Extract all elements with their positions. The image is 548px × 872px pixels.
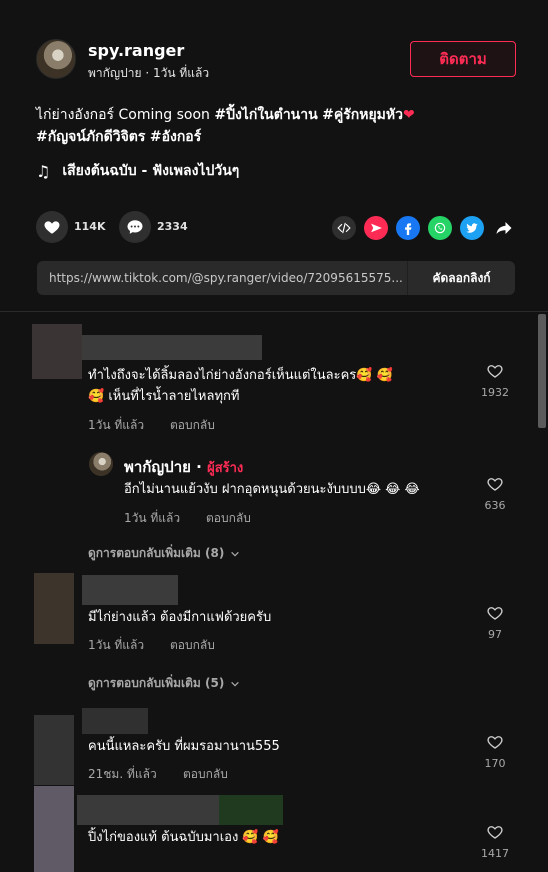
share-arrow-icon (496, 222, 512, 234)
view-more-replies-label: ดูการตอบกลับเพิ่มเติม (8) (88, 546, 225, 560)
comment-timestamp: 1วัน ที่แล้ว (88, 638, 145, 652)
view-more-replies-label: ดูการตอบกลับเพิ่มเติม (5) (88, 676, 225, 690)
comment-list: ทำไงถึงจะได้ลิ้มลองไก่ย่างอังกอร์เห็นแต่… (0, 312, 548, 872)
music-note-icon: ♫ (36, 161, 51, 181)
twitter-icon (466, 223, 478, 233)
heart-outline-icon (487, 826, 503, 839)
reply-timestamp: 1วัน ที่แล้ว (124, 511, 181, 525)
comment-like-button[interactable]: 1932 (475, 362, 515, 399)
follow-button[interactable]: ติดตาม (410, 41, 516, 77)
reply-username[interactable]: พากัญปาย (124, 458, 191, 476)
hashtag-link[interactable]: #อังกอร์ (150, 129, 201, 145)
comment-avatar-redacted[interactable] (34, 573, 74, 644)
comment-avatar-redacted[interactable] (34, 715, 74, 785)
reply-text: อีกไม่นานแย้วงับ ฝากอุดหนุนด้วยนะงับบบบ😂… (124, 482, 420, 497)
comment-text-line: 🥰 เห็นที่ไรน้ำลายไหลทุกที (88, 389, 240, 404)
comment-timestamp: 21ชม. ที่แล้ว (88, 767, 157, 781)
comment-text-line: ทำไงถึงจะได้ลิ้มลองไก่ย่างอังกอร์เห็นแต่… (88, 368, 393, 383)
more-share-button[interactable] (492, 216, 516, 240)
comment-icon (127, 220, 143, 234)
whatsapp-icon (434, 222, 446, 234)
chevron-down-icon (231, 551, 240, 557)
heart-emoji: ❤ (402, 107, 415, 123)
heart-outline-icon (487, 736, 503, 749)
send-to-friends-button[interactable] (364, 216, 388, 240)
comment-username-redacted[interactable] (82, 575, 178, 605)
comment-username-redacted[interactable] (82, 708, 148, 734)
comment-like-count: 97 (488, 628, 502, 641)
share-twitter-button[interactable] (460, 216, 484, 240)
comment-username-redacted[interactable] (77, 795, 219, 825)
hashtag-link[interactable]: #ปิ้งไก่ในตำนาน (214, 107, 317, 123)
comment-count: 2334 (157, 220, 188, 233)
video-detail-header: spy.ranger พากัญปาย · 1วัน ที่แล้ว ติดตา… (0, 0, 548, 312)
comment-username-redacted[interactable] (82, 335, 262, 360)
heart-outline-icon (487, 607, 503, 620)
reply-like-button[interactable]: 636 (475, 475, 515, 512)
creator-name-line: พากัญปาย · ผู้สร้าง (124, 455, 243, 479)
creator-badge: ผู้สร้าง (207, 461, 244, 476)
music-title: เสียงต้นฉบับ - ฟังเพลงไปวันๆ (62, 163, 240, 179)
reply-button[interactable]: ตอบกลับ (206, 509, 251, 528)
hashtag-link[interactable]: #กัญจน์ภักดีวิจิตร (36, 129, 145, 145)
video-link-box: https://www.tiktok.com/@spy.ranger/video… (37, 261, 515, 295)
comment-like-button[interactable]: 1417 (475, 823, 515, 860)
comment-like-button[interactable]: 170 (475, 733, 515, 770)
heart-outline-icon (487, 478, 503, 491)
comment-text: คนนี้แหละครับ ที่ผมรอมานาน555 (88, 739, 280, 754)
comment-timestamp: 1วัน ที่แล้ว (88, 418, 145, 432)
copy-link-button[interactable]: คัดลอกลิงก์ (407, 261, 515, 295)
embed-code-icon (337, 222, 351, 234)
video-link-url[interactable]: https://www.tiktok.com/@spy.ranger/video… (37, 271, 407, 285)
author-subtitle: พากัญปาย · 1วัน ที่แล้ว (88, 66, 210, 80)
view-more-replies-button[interactable]: ดูการตอบกลับเพิ่มเติม (5) (88, 674, 240, 693)
comment-like-button[interactable]: 97 (475, 604, 515, 641)
comment-like-count: 170 (484, 757, 506, 770)
comment-text: ปิ้งไก่ของแท้ ต้นฉบับมาเอง 🥰 🥰 (88, 830, 279, 845)
separator-dot: · (196, 458, 202, 476)
heart-outline-icon (487, 365, 503, 378)
comment-like-count: 1417 (481, 847, 509, 860)
like-button[interactable] (36, 211, 68, 243)
view-more-replies-button[interactable]: ดูการตอบกลับเพิ่มเติม (8) (88, 544, 240, 563)
comment-button[interactable] (119, 211, 151, 243)
like-count: 114K (74, 220, 106, 233)
share-whatsapp-button[interactable] (428, 216, 452, 240)
comment-text: มีไก่ย่างแล้ว ต้องมีกาแฟด้วยครับ (88, 610, 272, 625)
chevron-down-icon (231, 681, 240, 687)
comment-avatar-redacted[interactable] (34, 786, 74, 872)
comment-like-count: 1932 (481, 386, 509, 399)
music-link[interactable]: ♫ เสียงต้นฉบับ - ฟังเพลงไปวันๆ (36, 160, 239, 182)
embed-button[interactable] (332, 216, 356, 240)
comment-username-redacted[interactable] (219, 795, 283, 825)
caption-text: ไก่ย่างอังกอร์ Coming soon (36, 107, 215, 123)
reply-like-count: 636 (484, 499, 506, 512)
comments-scrollbar[interactable] (538, 314, 546, 428)
facebook-icon (405, 223, 412, 235)
reply-button[interactable]: ตอบกลับ (183, 765, 228, 784)
video-caption: ไก่ย่างอังกอร์ Coming soon #ปิ้งไก่ในตำน… (36, 104, 506, 148)
creator-avatar[interactable] (89, 452, 113, 476)
author-username[interactable]: spy.ranger (88, 41, 184, 60)
reply-button[interactable]: ตอบกลับ (170, 636, 215, 655)
comment-avatar-redacted[interactable] (32, 324, 82, 379)
share-facebook-button[interactable] (396, 216, 420, 240)
hashtag-link[interactable]: #คู่รักหยุมหัว (322, 107, 403, 123)
reply-button[interactable]: ตอบกลับ (170, 416, 215, 435)
author-avatar[interactable] (36, 39, 76, 79)
comment-text: ทำไงถึงจะได้ลิ้มลองไก่ย่างอังกอร์เห็นแต่… (88, 365, 393, 407)
paper-plane-icon (370, 223, 382, 232)
heart-icon (44, 221, 60, 234)
